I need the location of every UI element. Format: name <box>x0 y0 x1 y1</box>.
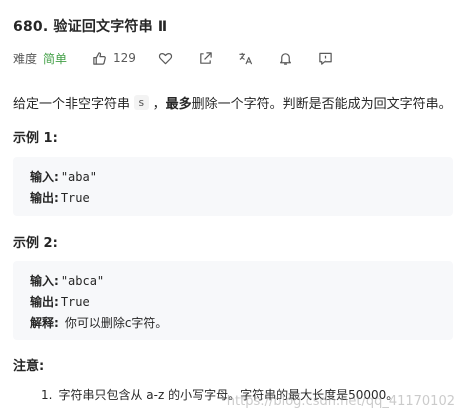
inline-code-s: s <box>134 95 149 110</box>
watermark: https://blog.csdn.net/qq_41170102 <box>226 394 455 409</box>
problem-meta-bar: 难度 简单 129 <box>13 48 334 68</box>
difficulty-label: 难度 <box>13 51 38 66</box>
example-2-block: 输入: "abca" 输出: True 解释: 你可以删除c字符。 <box>13 261 453 340</box>
input-label: 输入: <box>30 170 59 184</box>
output-label: 输出: <box>30 191 59 205</box>
translate-icon[interactable] <box>238 50 254 66</box>
feedback-icon[interactable] <box>318 50 334 66</box>
problem-description: 给定一个非空字符串 s ， 最多 删除一个字符。判断是否能成为回文字符串。 <box>13 93 452 112</box>
description-text: 给定一个非空字符串 <box>13 97 131 112</box>
description-emphasis: 最多 <box>165 97 192 112</box>
example-1-title: 示例 1: <box>13 131 58 146</box>
difficulty-badge: 简单 <box>43 51 68 66</box>
output-value: True <box>60 190 90 205</box>
problem-title: 680. 验证回文字符串 Ⅱ <box>13 19 168 35</box>
input-value: "abca" <box>60 273 105 288</box>
example-1-output: 输出: True <box>30 189 90 206</box>
output-value: True <box>60 294 90 309</box>
heart-icon[interactable] <box>158 50 174 66</box>
input-value: "aba" <box>60 169 97 184</box>
share-icon[interactable] <box>198 50 214 66</box>
bell-icon[interactable] <box>278 50 294 66</box>
input-label: 输入: <box>30 274 59 288</box>
description-sep: ， <box>152 97 166 112</box>
example-2-title: 示例 2: <box>13 236 58 251</box>
example-1-input: 输入: "aba" <box>30 168 97 185</box>
example-1-block: 输入: "aba" 输出: True <box>13 157 453 216</box>
explain-label: 解释: <box>30 316 59 330</box>
note-item-number: 1. <box>41 387 53 402</box>
example-2-explanation: 解释: 你可以删除c字符。 <box>30 314 167 331</box>
explain-value: 你可以删除c字符。 <box>64 316 168 330</box>
example-2-input: 输入: "abca" <box>30 272 104 289</box>
thumbs-up-icon[interactable] <box>91 50 107 66</box>
description-suffix: 删除一个字符。判断是否能成为回文字符串。 <box>191 97 452 112</box>
like-button[interactable]: 129 <box>91 50 136 66</box>
example-2-output: 输出: True <box>30 293 90 310</box>
output-label: 输出: <box>30 295 59 309</box>
note-title: 注意: <box>13 359 45 374</box>
like-count: 129 <box>113 51 136 65</box>
